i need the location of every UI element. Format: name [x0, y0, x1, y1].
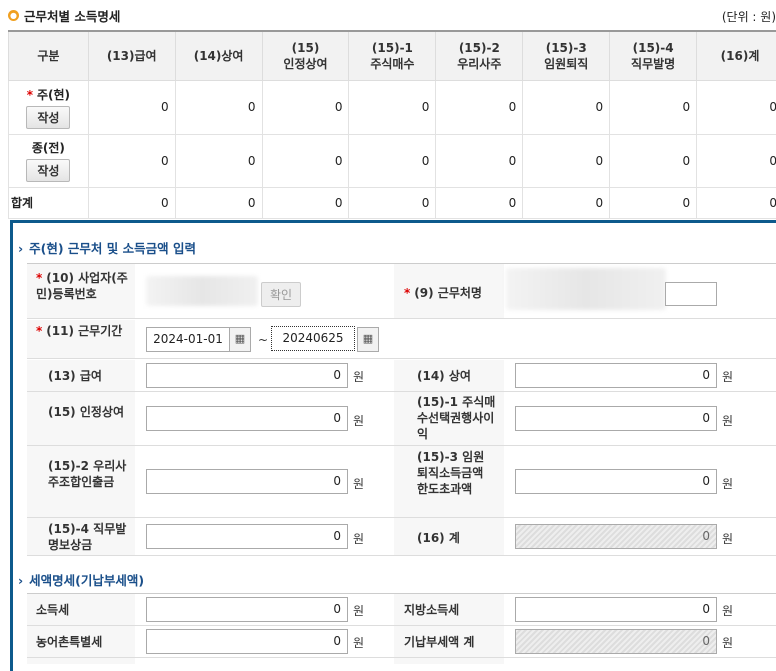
cell: 0 [696, 133, 776, 188]
chevron-right-icon: › [18, 241, 24, 256]
col-header: (16)계 [696, 30, 776, 81]
form-row [27, 360, 776, 392]
col-header: (13)급여 [87, 30, 176, 81]
cell: 0 [696, 79, 776, 135]
col-header: (14)상여 [174, 30, 263, 81]
col-header: (15)-2 우리사주 [435, 30, 524, 81]
cell: 0 [609, 79, 698, 135]
cell: 0 [609, 133, 698, 188]
section-title: 근무처별 소득명세 [24, 8, 121, 24]
table-row: 합계 0 0 0 0 0 0 0 0 [8, 186, 776, 219]
cell: 0 [609, 186, 698, 219]
col-header: 구분 [8, 30, 89, 81]
cell: 0 [261, 133, 350, 188]
cell: 0 [174, 186, 263, 219]
bullet-icon: ● [8, 9, 19, 21]
cell: 0 [522, 79, 611, 135]
cell: 0 [348, 79, 437, 135]
form-row [27, 264, 776, 319]
section-current-workplace-title: › 주(현) 근무처 및 소득금액 입력 [18, 241, 196, 256]
form-row [27, 518, 776, 556]
row-label: * 주(현) 작성 [8, 79, 89, 135]
col-header: (15)-4 직무발명 [609, 30, 698, 81]
cell: 0 [348, 186, 437, 219]
section-header: ● 근무처별 소득명세 (단위 : 원) [8, 5, 776, 25]
cell: 0 [87, 186, 176, 219]
form-row [27, 626, 776, 658]
cell: 0 [435, 186, 524, 219]
cell: 0 [522, 133, 611, 188]
form-row [27, 320, 776, 359]
form-row [27, 446, 776, 518]
cell: 0 [87, 133, 176, 188]
income-summary-table: 구분 (13)급여 (14)상여 (15) 인정상여 (15)-1 주식매수 (… [8, 30, 776, 219]
cell: 0 [261, 79, 350, 135]
cell: 0 [87, 79, 176, 135]
row-label: 종(전) 작성 [8, 133, 89, 188]
cell: 0 [435, 79, 524, 135]
table-row: 종(전) 작성 0 0 0 0 0 0 0 0 [8, 133, 776, 188]
cell: 0 [348, 133, 437, 188]
row-label: 합계 [8, 186, 89, 219]
unit-label: (단위 : 원) [721, 10, 776, 24]
cell: 0 [174, 79, 263, 135]
table-row: * 주(현) 작성 0 0 0 0 0 0 0 0 [8, 79, 776, 135]
cell: 0 [261, 186, 350, 219]
section-tax-title: › 세액명세(기납부세액) [18, 573, 145, 588]
form-row [27, 392, 776, 446]
col-header: (15) 인정상여 [261, 30, 350, 81]
col-header: (15)-3 임원퇴직 [522, 30, 611, 81]
cell: 0 [435, 133, 524, 188]
cell: 0 [174, 133, 263, 188]
cell: 0 [696, 186, 776, 219]
col-header: (15)-1 주식매수 [348, 30, 437, 81]
write-previous-button[interactable]: 작성 [26, 159, 71, 182]
required-mark: * [26, 87, 33, 102]
write-current-button[interactable]: 작성 [26, 105, 71, 129]
chevron-right-icon: › [18, 573, 24, 588]
cell: 0 [522, 186, 611, 219]
form-row [27, 594, 776, 626]
table-header-row: 구분 (13)급여 (14)상여 (15) 인정상여 (15)-1 주식매수 (… [8, 30, 776, 81]
